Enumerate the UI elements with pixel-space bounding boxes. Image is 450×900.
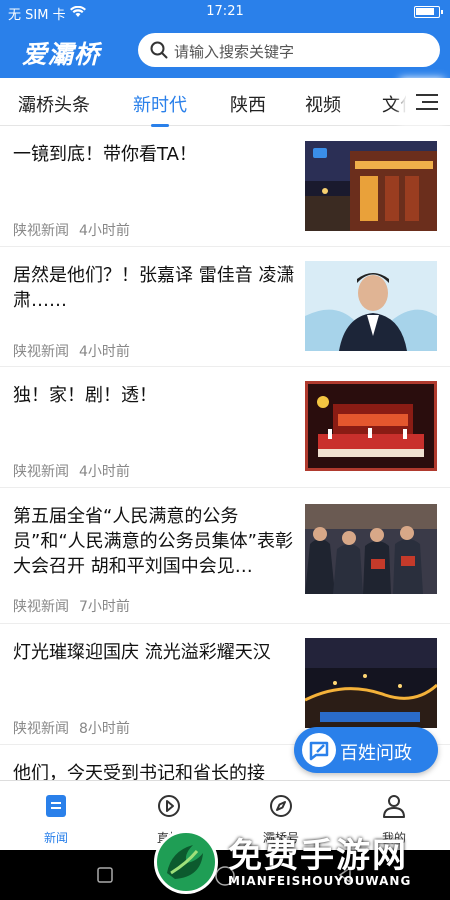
list-item[interactable]: 独！家！剧！透！ 陕视新闻 4小时前: [0, 367, 450, 488]
news-source: 陕视新闻: [13, 223, 69, 239]
news-title: 第五届全省“人民满意的公务员”和“人民满意的公务员集体”表彰大会召开 胡和平刘国…: [13, 506, 293, 577]
news-feed: 一镜到底！带你看TA！ 陕视新闻 4小时前 居然是他们？！张嘉译 雷佳音 凌潇肃……: [0, 126, 450, 780]
news-time: 7小时前: [79, 599, 130, 615]
tab-video[interactable]: 视频: [305, 91, 341, 117]
news-meta: 陕视新闻 4小时前: [13, 461, 130, 481]
clock: 17:21: [206, 4, 244, 19]
night-building-thumbnail: [305, 141, 437, 231]
recent-apps-icon[interactable]: [96, 866, 114, 884]
news-icon: [46, 795, 66, 817]
list-item[interactable]: 居然是他们？！张嘉译 雷佳音 凌潇肃…… 陕视新闻 4小时前: [0, 247, 450, 367]
list-item[interactable]: 一镜到底！带你看TA！ 陕视新闻 4小时前: [0, 126, 450, 247]
app-logo: 爱灞桥: [22, 40, 101, 69]
search-placeholder: 请输入搜索关键字: [174, 43, 295, 61]
news-meta: 陕视新闻 4小时前: [13, 341, 130, 361]
edit-chat-icon: [302, 733, 336, 767]
news-time: 4小时前: [79, 344, 130, 360]
tab-baqiao-headlines[interactable]: 灞桥头条: [18, 91, 90, 117]
portrait-thumbnail: [305, 261, 437, 351]
battery-icon: [414, 6, 443, 18]
watermark-title: 免费手游网: [228, 836, 408, 876]
play-icon: [158, 795, 180, 817]
watermark: 免费手游网 MIANFEISHOUYOUWANG: [150, 828, 450, 900]
compass-icon: [270, 795, 292, 817]
tab-shaanxi[interactable]: 陕西: [230, 91, 266, 117]
list-item[interactable]: 第五届全省“人民满意的公务员”和“人民满意的公务员集体”表彰大会召开 胡和平刘国…: [0, 488, 450, 624]
city-lights-thumbnail: [305, 638, 437, 728]
watermark-subtitle: MIANFEISHOUYOUWANG: [228, 874, 412, 888]
news-time: 8小时前: [79, 721, 130, 737]
nav-news[interactable]: 新闻: [11, 781, 101, 851]
app-header: 爱灞桥 请输入搜索关键字: [0, 24, 450, 78]
news-source: 陕视新闻: [13, 344, 69, 360]
tab-new-era[interactable]: 新时代: [133, 91, 187, 127]
public-inquiry-button[interactable]: 百姓问政: [294, 727, 438, 773]
stage-performance-thumbnail: [305, 381, 437, 471]
news-meta: 陕视新闻 4小时前: [13, 220, 130, 240]
news-title: 居然是他们？！张嘉译 雷佳音 凌潇肃……: [13, 265, 295, 311]
search-icon: [150, 41, 168, 59]
search-input[interactable]: 请输入搜索关键字: [138, 33, 440, 67]
channel-tabs: 灞桥头条 新时代 陕西 视频 文化: [0, 78, 450, 127]
user-icon: [383, 795, 405, 818]
status-bar: 无 SIM 卡 17:21: [0, 0, 450, 24]
news-title: 他们，今天受到书记和省长的接: [13, 763, 265, 780]
news-meta: 陕视新闻 8小时前: [13, 718, 130, 738]
nav-news-label: 新闻: [43, 831, 68, 845]
watermark-logo-icon: [154, 830, 218, 894]
news-time: 4小时前: [79, 464, 130, 480]
award-ceremony-thumbnail: [305, 504, 437, 594]
news-source: 陕视新闻: [13, 464, 69, 480]
news-title: 灯光璀璨迎国庆 流光溢彩耀天汉: [13, 642, 271, 663]
channel-menu-icon[interactable]: [416, 93, 438, 111]
fab-label: 百姓问政: [340, 743, 412, 764]
news-source: 陕视新闻: [13, 599, 69, 615]
news-source: 陕视新闻: [13, 721, 69, 737]
news-title: 独！家！剧！透！: [13, 385, 157, 406]
news-time: 4小时前: [79, 223, 130, 239]
news-meta: 陕视新闻 7小时前: [13, 596, 130, 616]
news-title: 一镜到底！带你看TA！: [13, 144, 197, 165]
